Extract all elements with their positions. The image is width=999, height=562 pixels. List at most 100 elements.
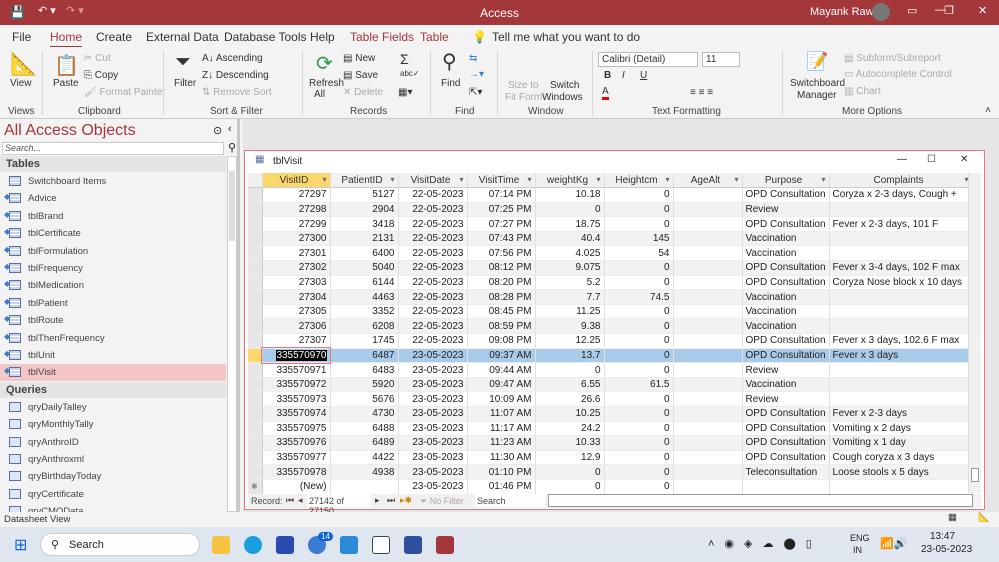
cell-complaints[interactable]: Vomiting x 2 days [829, 421, 973, 437]
tab-table[interactable]: Table [420, 30, 449, 44]
cell-visitid[interactable]: 335570975 [262, 421, 331, 437]
cell-heightcm[interactable]: 145 [604, 231, 674, 247]
table-row[interactable]: 335570971 6483 23-05-2023 09:44 AM 0 0 Review [248, 362, 973, 378]
cell-complaints[interactable] [829, 362, 973, 378]
replace-icon[interactable]: ⇆ [469, 53, 477, 64]
cell-agealt[interactable] [673, 333, 743, 349]
cell-agealt[interactable] [673, 187, 743, 203]
autocomplete-button[interactable]: ▭ Autocomplete Control [844, 69, 952, 80]
switchboard-manager-button[interactable]: Switchboard [790, 78, 845, 89]
cell-agealt[interactable] [673, 479, 743, 495]
find-button[interactable]: Find [441, 78, 460, 89]
totals-icon[interactable]: Σ [400, 51, 409, 67]
tab-database-tools[interactable]: Database Tools [224, 30, 307, 44]
table-row[interactable]: ✱ (New) 23-05-2023 01:46 PM 0 0 [248, 479, 973, 495]
cell-complaints[interactable] [829, 391, 973, 407]
nav-item[interactable]: qryAnthroID [0, 434, 226, 451]
ascending-button[interactable]: A↓ Ascending [202, 53, 263, 64]
row-selector[interactable] [248, 435, 263, 451]
cell-complaints[interactable]: Fever x 3 days [829, 348, 973, 364]
cell-visittime[interactable]: 07:25 PM [467, 202, 536, 218]
cell-patientid[interactable]: 2131 [330, 231, 399, 247]
clock-time[interactable]: 13:47 [930, 531, 955, 542]
cell-visitdate[interactable]: 22-05-2023 [398, 333, 468, 349]
filter-button[interactable]: Filter [174, 78, 196, 89]
avatar[interactable] [872, 3, 890, 21]
table-row[interactable]: 335570970 6487 23-05-2023 09:37 AM 13.7 0 OPD … [248, 347, 973, 364]
cell-purpose[interactable]: Vaccination [742, 304, 830, 320]
cell-agealt[interactable] [673, 245, 743, 262]
table-row[interactable]: 27302 5040 22-05-2023 08:12 PM 9.075 0 OPD Con… [248, 260, 973, 276]
column-dropdown-icon[interactable]: ▾ [665, 175, 669, 184]
row-selector[interactable] [248, 231, 263, 247]
cell-visittime[interactable]: 08:59 PM [467, 318, 536, 335]
italic-button[interactable]: I [622, 70, 625, 81]
row-selector[interactable] [248, 391, 263, 407]
cell-purpose[interactable]: OPD Consultation [742, 406, 830, 422]
cell-agealt[interactable] [673, 318, 743, 335]
nav-item[interactable]: ◆ tblThenFrequency [0, 330, 226, 347]
cell-patientid[interactable]: 4463 [330, 289, 399, 305]
cell-visittime[interactable]: 11:07 AM [467, 406, 536, 422]
cell-complaints[interactable] [829, 479, 973, 495]
cell-agealt[interactable] [673, 421, 743, 437]
cell-patientid[interactable]: 6487 [330, 348, 399, 364]
cell-heightcm[interactable]: 61.5 [604, 377, 674, 393]
nav-item[interactable]: qryDailyTalley [0, 399, 226, 416]
first-record-button[interactable]: ⏮ [286, 495, 294, 506]
vertical-scrollbar[interactable] [968, 173, 981, 493]
cell-purpose[interactable]: OPD Consultation [742, 348, 830, 364]
cell-visittime[interactable]: 07:27 PM [467, 216, 536, 232]
descending-button[interactable]: Z↓ Descending [202, 70, 269, 81]
network-volume-icons[interactable]: 📶🔊 [880, 537, 907, 550]
collapse-ribbon-icon[interactable]: ˄ [985, 105, 991, 116]
nav-item[interactable]: ◆ tblRoute [0, 312, 226, 329]
datasheet-search-input[interactable]: Search [475, 494, 545, 507]
notepad-icon[interactable] [372, 536, 390, 554]
select-all-corner[interactable] [248, 173, 263, 189]
row-selector[interactable]: ✱ [248, 479, 263, 495]
cell-complaints[interactable] [829, 377, 973, 393]
cell-weightkg[interactable]: 4.025 [535, 245, 605, 262]
row-selector[interactable] [248, 348, 263, 364]
cell-heightcm[interactable]: 0 [604, 202, 674, 218]
cell-weightkg[interactable]: 11.25 [535, 304, 605, 320]
nav-menu-icon[interactable]: ⊙ [213, 124, 222, 137]
row-selector[interactable] [248, 289, 263, 305]
cell-visittime[interactable]: 08:28 PM [467, 289, 536, 305]
cell-weightkg[interactable]: 0 [535, 479, 605, 495]
cell-weightkg[interactable]: 0 [535, 464, 605, 480]
cell-weightkg[interactable]: 18.75 [535, 216, 605, 232]
cell-agealt[interactable] [673, 216, 743, 232]
bold-button[interactable]: B [604, 70, 611, 81]
cell-purpose[interactable]: Vaccination [742, 318, 830, 335]
table-row[interactable]: 27305 3352 22-05-2023 08:45 PM 11.25 0 Vaccina… [248, 304, 973, 320]
cell-visittime[interactable]: 07:14 PM [467, 187, 536, 203]
nav-item[interactable]: ◆ tblUnit [0, 347, 226, 364]
table-row[interactable]: 27304 4463 22-05-2023 08:28 PM 7.7 74.5 Vaccin… [248, 289, 973, 305]
cell-visittime[interactable]: 11:17 AM [467, 421, 536, 437]
nav-collapse-icon[interactable]: ‹ [228, 123, 232, 135]
column-header[interactable]: weightKg ▾ [535, 173, 605, 189]
cell-heightcm[interactable]: 0 [604, 391, 674, 407]
cell-complaints[interactable]: Fever x 3-4 days, 102 F max [829, 260, 973, 276]
copy-button[interactable]: ⎘ Copy [84, 70, 118, 81]
next-record-button[interactable]: ▸ [375, 495, 380, 506]
format-painter-button[interactable]: 🖌 Format Painter [84, 87, 166, 98]
cell-complaints[interactable] [829, 318, 973, 335]
cell-agealt[interactable] [673, 260, 743, 276]
cell-purpose[interactable]: OPD Consultation [742, 333, 830, 349]
table-row[interactable]: 27299 3418 22-05-2023 07:27 PM 18.75 0 OPD Con… [248, 216, 973, 232]
row-selector[interactable] [248, 377, 263, 393]
cell-visitid[interactable]: (New) [262, 479, 331, 495]
cell-visitid[interactable]: 335570972 [262, 377, 331, 393]
cell-purpose[interactable]: Review [742, 362, 830, 378]
cell-agealt[interactable] [673, 304, 743, 320]
cell-weightkg[interactable]: 0 [535, 362, 605, 378]
cell-visitid[interactable]: 335570978 [262, 464, 331, 480]
table-row[interactable]: 27297 5127 22-05-2023 07:14 PM 10.18 0 OPD Con… [248, 187, 973, 203]
cell-purpose[interactable]: OPD Consultation [742, 216, 830, 232]
cell-heightcm[interactable]: 0 [604, 216, 674, 232]
taskbar-search[interactable]: ⚲ Search [40, 533, 200, 556]
cell-purpose[interactable]: OPD Consultation [742, 260, 830, 276]
